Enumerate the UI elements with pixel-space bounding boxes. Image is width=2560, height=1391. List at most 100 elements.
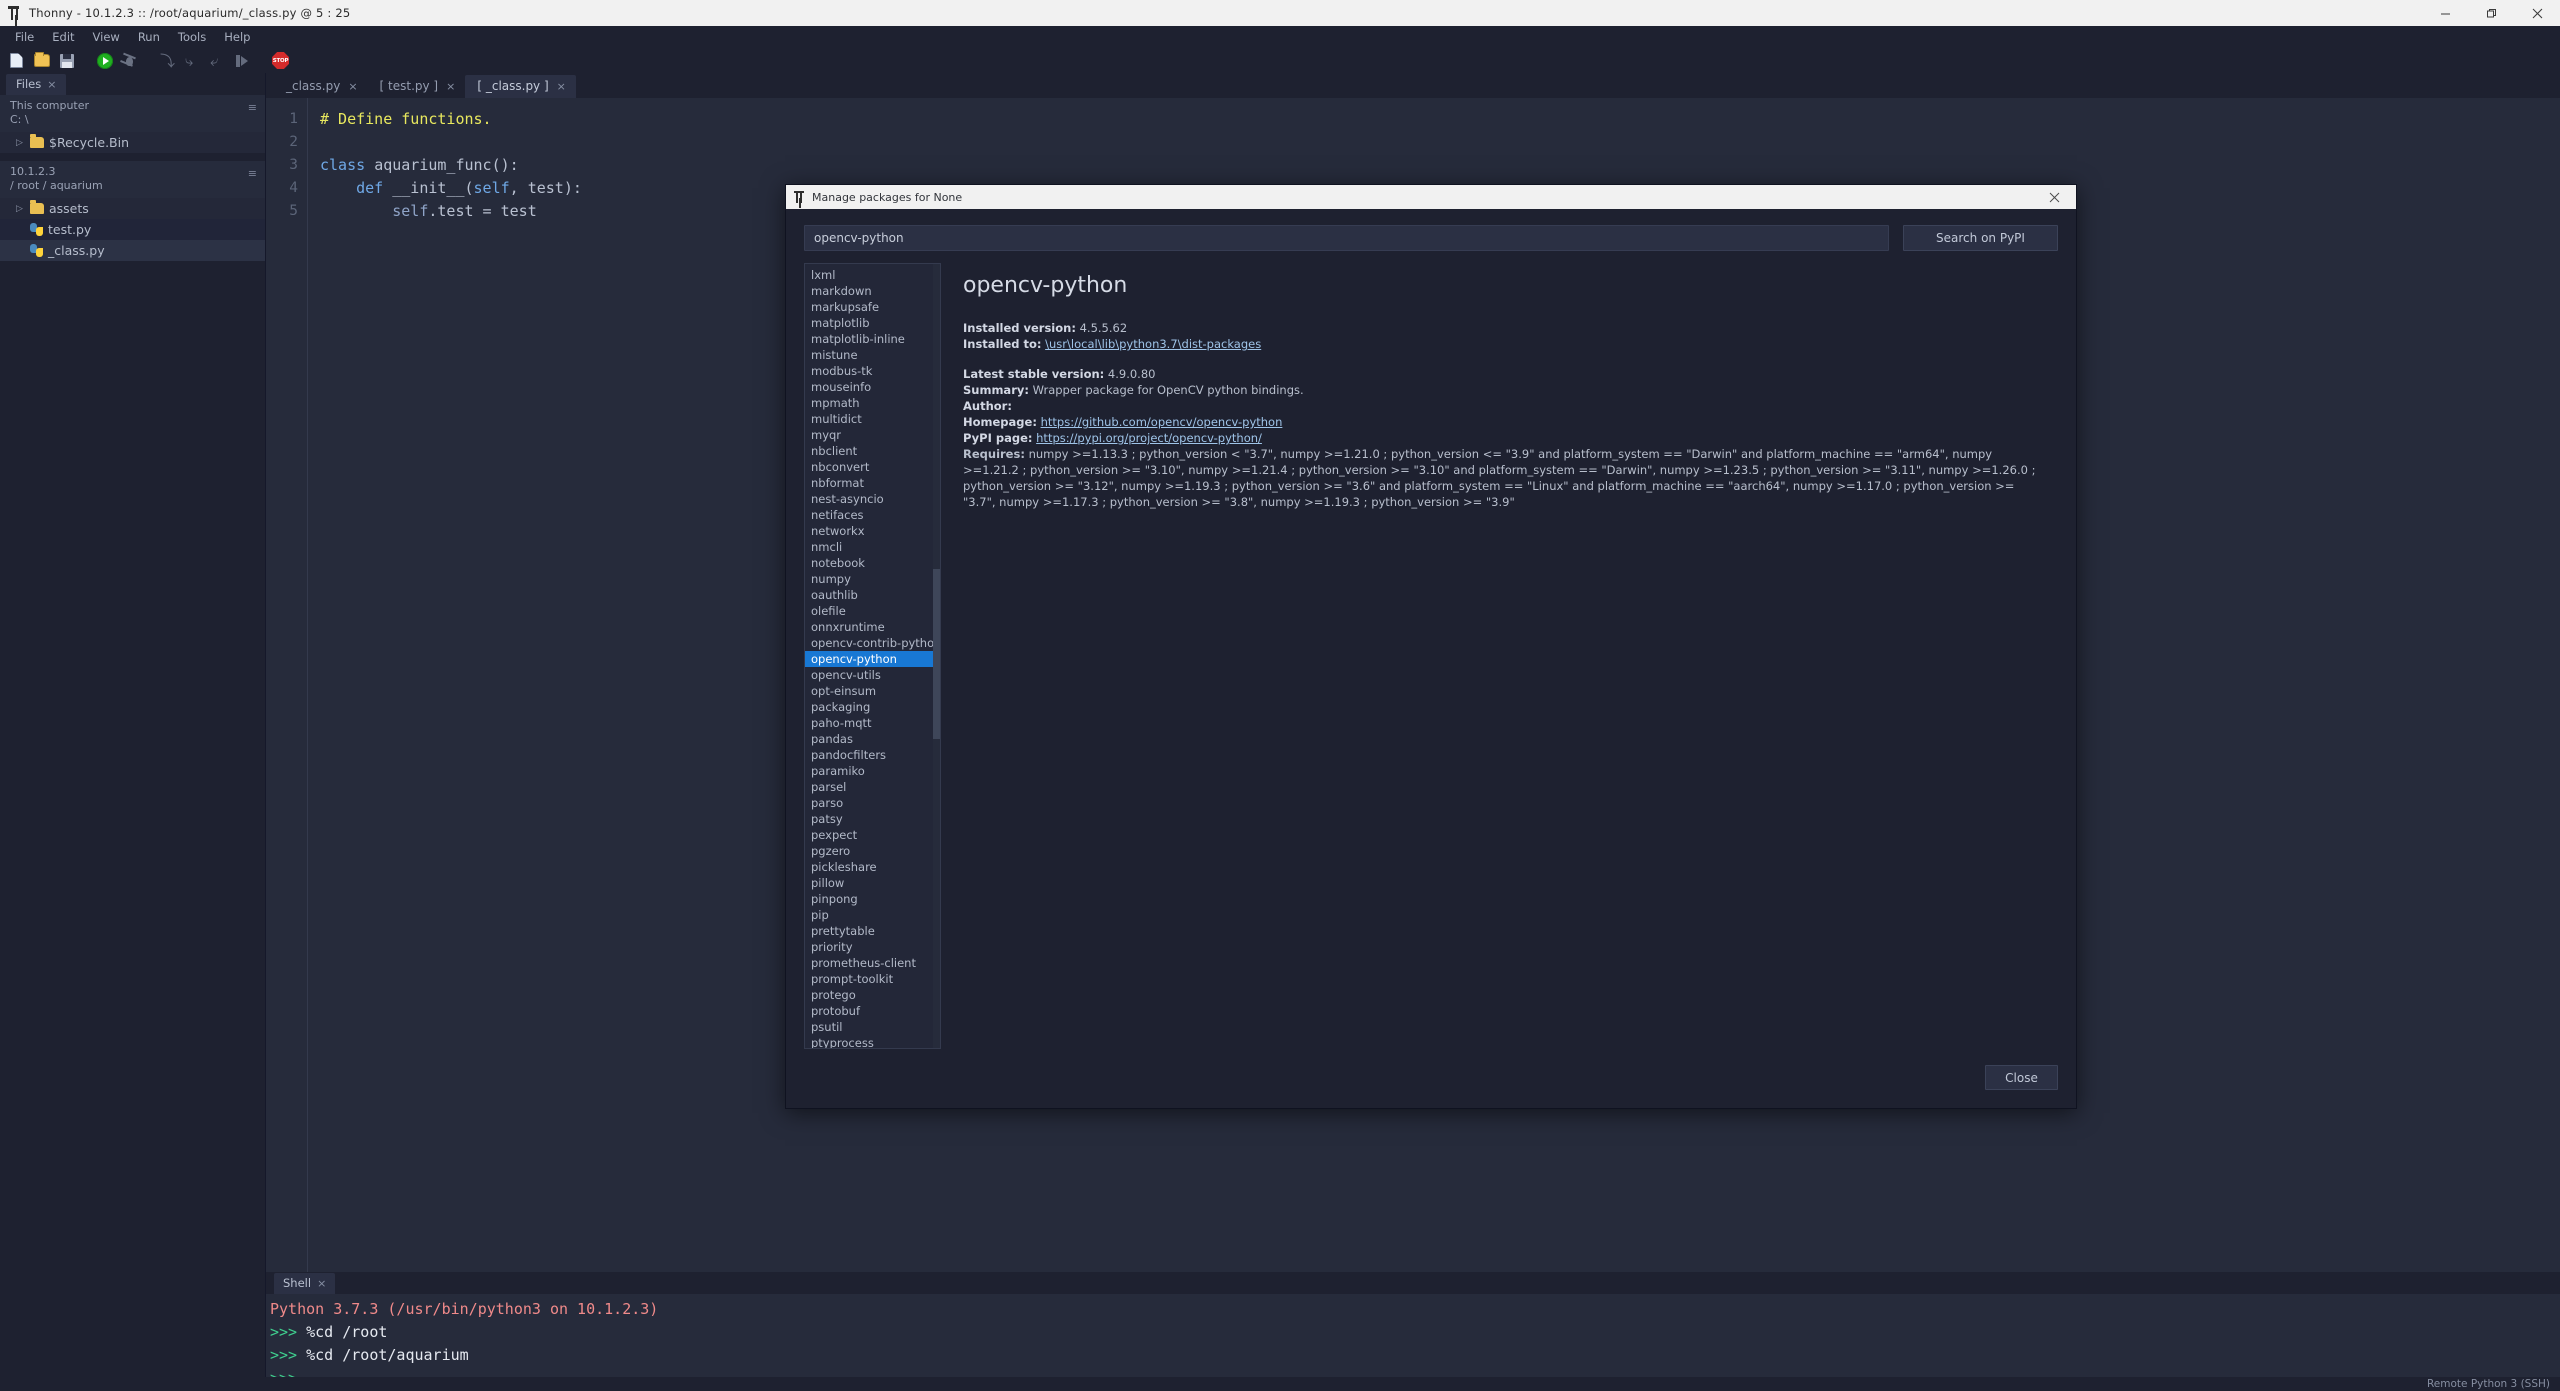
interpreter-status[interactable]: Remote Python 3 (SSH) <box>2427 1378 2550 1390</box>
package-list-item[interactable]: matplotlib-inline <box>805 331 940 347</box>
package-list-item[interactable]: onnxruntime <box>805 619 940 635</box>
maximize-button[interactable] <box>2468 0 2514 26</box>
new-file-button[interactable] <box>5 50 28 72</box>
package-list-item[interactable]: nbclient <box>805 443 940 459</box>
minimize-button[interactable] <box>2422 0 2468 26</box>
save-file-button[interactable] <box>55 50 78 72</box>
package-list-item[interactable]: markupsafe <box>805 299 940 315</box>
window-title: Thonny - 10.1.2.3 :: /root/aquarium/_cla… <box>29 6 351 20</box>
package-list-item[interactable]: pickleshare <box>805 859 940 875</box>
tab-test-py[interactable]: [ test.py ] × <box>368 75 466 98</box>
run-button[interactable] <box>93 50 116 72</box>
menu-help[interactable]: Help <box>215 28 259 46</box>
search-on-pypi-button[interactable]: Search on PyPI <box>1903 225 2058 251</box>
package-list-item[interactable]: priority <box>805 939 940 955</box>
package-list-item[interactable]: markdown <box>805 283 940 299</box>
menu-run[interactable]: Run <box>129 28 169 46</box>
package-list[interactable]: lxml markdown markupsafe matplotlib matplotl… <box>804 263 941 1049</box>
menu-tools[interactable]: Tools <box>169 28 215 46</box>
expand-arrow-icon-2[interactable]: ▷ <box>16 204 25 214</box>
package-list-item[interactable]: patsy <box>805 811 940 827</box>
package-list-item[interactable]: matplotlib <box>805 315 940 331</box>
package-list-item[interactable]: protego <box>805 987 940 1003</box>
package-list-scrollbar[interactable] <box>933 264 940 1048</box>
package-list-item[interactable]: lxml <box>805 267 940 283</box>
debug-button[interactable] <box>118 50 141 72</box>
close-dialog-button[interactable]: Close <box>1985 1065 2058 1090</box>
file-row-class-py[interactable]: _class.py <box>0 240 265 261</box>
package-list-item[interactable]: pillow <box>805 875 940 891</box>
stop-button[interactable]: STOP <box>269 50 292 72</box>
package-list-item[interactable]: parso <box>805 795 940 811</box>
file-row-test-py[interactable]: test.py <box>0 219 265 240</box>
menu-file[interactable]: File <box>6 28 43 46</box>
resume-button[interactable] <box>231 50 254 72</box>
tab-files[interactable]: Files × <box>6 74 67 95</box>
package-list-item[interactable]: mistune <box>805 347 940 363</box>
package-list-item[interactable]: multidict <box>805 411 940 427</box>
step-into-button[interactable]: ⤷ <box>181 50 204 72</box>
package-list-item[interactable]: ptyprocess <box>805 1035 940 1048</box>
package-list-item[interactable]: pexpect <box>805 827 940 843</box>
package-list-item[interactable]: opencv-contrib-python <box>805 635 940 651</box>
package-list-item[interactable]: notebook <box>805 555 940 571</box>
menu-grip-icon-2[interactable]: ≡ <box>248 167 257 181</box>
package-list-item[interactable]: numpy <box>805 571 940 587</box>
step-over-button[interactable]: ⤵ <box>156 50 179 72</box>
close-icon[interactable]: × <box>47 79 56 90</box>
file-row-recycle-bin[interactable]: ▷ $Recycle.Bin <box>0 132 265 153</box>
expand-arrow-icon[interactable]: ▷ <box>16 138 25 148</box>
dialog-close-button[interactable] <box>2032 185 2076 209</box>
package-list-item[interactable]: netifaces <box>805 507 940 523</box>
package-list-item[interactable]: myqr <box>805 427 940 443</box>
package-list-item[interactable]: pandas <box>805 731 940 747</box>
package-list-item[interactable]: prometheus-client <box>805 955 940 971</box>
package-list-item[interactable]: nbconvert <box>805 459 940 475</box>
package-list-item[interactable]: prompt-toolkit <box>805 971 940 987</box>
package-list-item[interactable]: prettytable <box>805 923 940 939</box>
menu-edit[interactable]: Edit <box>43 28 83 46</box>
homepage-link[interactable]: https://github.com/opencv/opencv-python <box>1041 415 1283 429</box>
file-row-assets[interactable]: ▷ assets <box>0 198 265 219</box>
package-list-item[interactable]: opencv-utils <box>805 667 940 683</box>
package-list-item[interactable]: mouseinfo <box>805 379 940 395</box>
code-token: class <box>320 156 375 174</box>
installed-to-link[interactable]: \usr\local\lib\python3.7\dist-packages <box>1045 337 1261 351</box>
step-out-icon: ⤶ <box>210 51 219 70</box>
pypi-page-link[interactable]: https://pypi.org/project/opencv-python/ <box>1036 431 1262 445</box>
package-list-item[interactable]: olefile <box>805 603 940 619</box>
step-out-button[interactable]: ⤶ <box>206 50 229 72</box>
package-list-item[interactable]: pip <box>805 907 940 923</box>
close-icon[interactable]: × <box>317 1278 326 1289</box>
package-list-item[interactable]: protobuf <box>805 1003 940 1019</box>
open-file-button[interactable] <box>30 50 53 72</box>
package-list-item[interactable]: parsel <box>805 779 940 795</box>
close-icon[interactable]: × <box>446 81 455 92</box>
package-list-item[interactable]: paramiko <box>805 763 940 779</box>
package-list-item[interactable]: packaging <box>805 699 940 715</box>
package-list-item[interactable]: mpmath <box>805 395 940 411</box>
package-search-input[interactable] <box>804 225 1889 251</box>
package-list-item[interactable]: networkx <box>805 523 940 539</box>
tab-class-py-remote[interactable]: [ _class.py ] × <box>465 75 576 98</box>
package-list-item[interactable]: oauthlib <box>805 587 940 603</box>
package-list-item[interactable]: opencv-python <box>805 651 940 667</box>
package-list-item[interactable]: pandocfilters <box>805 747 940 763</box>
package-list-item[interactable]: pinpong <box>805 891 940 907</box>
package-list-item[interactable]: psutil <box>805 1019 940 1035</box>
menu-grip-icon[interactable]: ≡ <box>248 101 257 115</box>
package-list-item[interactable]: paho-mqtt <box>805 715 940 731</box>
close-icon[interactable]: × <box>557 81 566 92</box>
package-list-item[interactable]: nbformat <box>805 475 940 491</box>
menu-view[interactable]: View <box>84 28 129 46</box>
tab-shell[interactable]: Shell × <box>274 1273 336 1294</box>
package-list-item[interactable]: modbus-tk <box>805 363 940 379</box>
package-list-item[interactable]: nmcli <box>805 539 940 555</box>
scrollbar-thumb[interactable] <box>933 569 940 739</box>
package-list-item[interactable]: opt-einsum <box>805 683 940 699</box>
package-list-item[interactable]: pgzero <box>805 843 940 859</box>
package-list-item[interactable]: nest-asyncio <box>805 491 940 507</box>
close-button[interactable] <box>2514 0 2560 26</box>
tab-class-py[interactable]: _class.py × <box>274 75 368 98</box>
close-icon[interactable]: × <box>348 81 357 92</box>
